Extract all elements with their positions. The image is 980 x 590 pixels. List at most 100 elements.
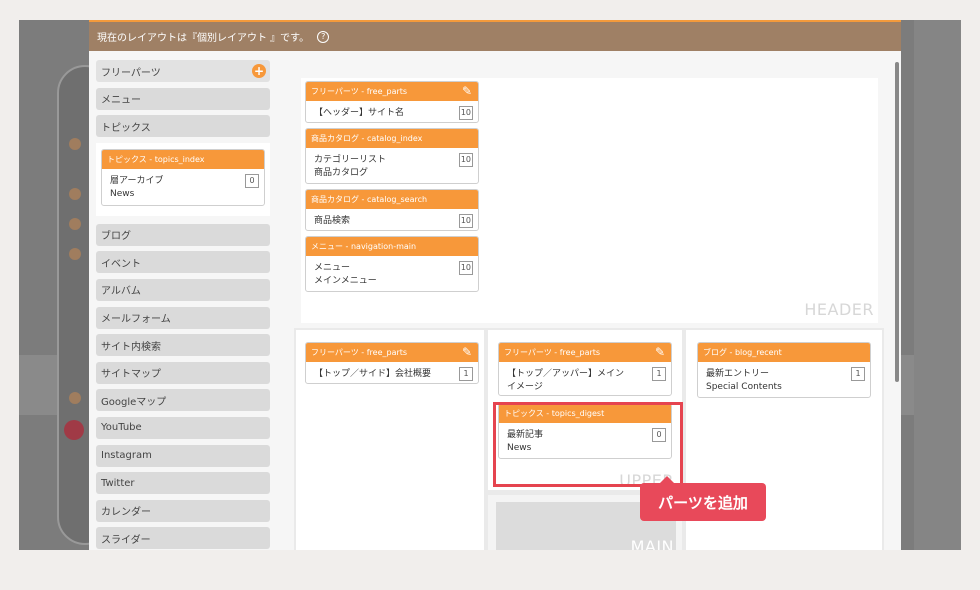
background-dot — [69, 392, 81, 404]
part-card[interactable]: トピックス - topics_index 層アーカイブ News 0 — [101, 148, 265, 206]
layout-modal: 現在のレイアウトは『個別レイアウト 』です。 ? フリーパーツ + メニュー ト… — [89, 20, 901, 550]
sidebar-item-free-parts[interactable]: フリーパーツ + — [96, 60, 270, 82]
sidebar-item-label: スライダー — [101, 534, 151, 546]
part-count-badge: 0 — [245, 173, 259, 188]
modal-title: 現在のレイアウトは『個別レイアウト 』です。 — [97, 33, 310, 44]
part-card-title: フリーパーツ - free_parts — [311, 87, 408, 96]
part-card-header[interactable]: フリーパーツ - free_parts ✎ — [499, 343, 671, 362]
sidebar-item-sitemap[interactable]: サイトマップ — [96, 361, 270, 384]
part-card-title: フリーパーツ - free_parts — [311, 348, 408, 357]
part-card-body: 商品検索 10 — [306, 209, 478, 228]
sidebar-item-label: アルバム — [101, 286, 141, 298]
part-card-header[interactable]: ブログ - blog_recent — [698, 343, 870, 362]
sidebar-item-label: イベント — [101, 258, 141, 270]
part-card-line: メニュー — [314, 263, 351, 273]
parts-sidebar: フリーパーツ + メニュー トピックス トピックス - topics_index… — [96, 60, 270, 550]
pencil-icon[interactable]: ✎ — [462, 345, 472, 359]
part-card-line: カテゴリーリスト — [314, 155, 387, 165]
background-dot — [69, 248, 81, 260]
part-card[interactable]: 商品カタログ - catalog_index カテゴリーリスト 商品カタログ 1… — [305, 128, 479, 184]
side-drop-area[interactable]: フリーパーツ - free_parts ✎ 【トップ／サイド】会社概要 1 — [296, 330, 484, 550]
pencil-icon[interactable]: ✎ — [655, 345, 665, 359]
part-card-line: 【トップ／アッパー】メイン — [507, 369, 625, 379]
sidebar-item-instagram[interactable]: Instagram — [96, 444, 270, 467]
part-card[interactable]: 商品カタログ - catalog_search 商品検索 10 — [305, 189, 479, 231]
part-card-header[interactable]: フリーパーツ - free_parts ✎ — [306, 82, 478, 101]
part-card[interactable]: フリーパーツ - free_parts ✎ 【トップ／アッパー】メイン イメージ … — [498, 342, 672, 396]
sidebar-expanded-panel: トピックス - topics_index 層アーカイブ News 0 — [96, 142, 270, 216]
sidebar-item-event[interactable]: イベント — [96, 251, 270, 274]
modal-scrollbar[interactable] — [895, 62, 899, 382]
part-card-line: 最新エントリー — [706, 369, 770, 379]
part-count-badge: 10 — [458, 214, 473, 228]
sidebar-item-topics[interactable]: トピックス — [96, 115, 270, 138]
sidebar-item-label: メニュー — [101, 95, 141, 107]
header-area-label: HEADER — [804, 300, 874, 319]
part-card-body: 【ヘッダー】サイト名 10 — [306, 101, 478, 120]
add-plus-icon[interactable]: + — [252, 64, 266, 78]
part-card-body: 層アーカイブ News 0 — [102, 169, 264, 205]
sidebar-item-label: Googleマップ — [101, 396, 167, 408]
part-count-badge: 10 — [458, 261, 473, 275]
part-count-badge: 1 — [851, 367, 865, 381]
part-card-line: Special Contents — [706, 382, 782, 392]
pencil-icon[interactable]: ✎ — [462, 84, 472, 98]
part-card-line: 商品カタログ — [314, 168, 369, 178]
add-parts-tooltip: パーツを追加 — [640, 476, 766, 521]
sidebar-item-label: サイト内検索 — [101, 341, 161, 353]
sidebar-item-menu[interactable]: メニュー — [96, 87, 270, 110]
sidebar-item-label: ブログ — [101, 231, 131, 243]
part-card[interactable]: ブログ - blog_recent 最新エントリー Special Conten… — [697, 342, 871, 398]
part-count-badge: 10 — [458, 153, 473, 167]
sidebar-item-blog[interactable]: ブログ — [96, 223, 270, 246]
sidebar-item-twitter[interactable]: Twitter — [96, 472, 270, 495]
part-card-line: 商品検索 — [314, 216, 351, 226]
background-dot — [69, 188, 81, 200]
main-area-label: MAIN — [630, 537, 674, 550]
part-card-header[interactable]: トピックス - topics_index — [102, 149, 264, 169]
sidebar-item-calendar[interactable]: カレンダー — [96, 499, 270, 522]
part-card-line: イメージ — [507, 382, 543, 392]
part-card-body: 最新エントリー Special Contents 1 — [698, 362, 870, 394]
part-card-body: 【トップ／アッパー】メイン イメージ 1 — [499, 362, 671, 394]
part-card-line: 層アーカイブ — [110, 175, 164, 186]
sidebar-item-youtube[interactable]: YouTube — [96, 416, 270, 439]
sidebar-item-label: YouTube — [101, 422, 142, 434]
part-card-title: フリーパーツ - free_parts — [504, 348, 601, 357]
sidebar-item-mailform[interactable]: メールフォーム — [96, 306, 270, 329]
part-card-header[interactable]: 商品カタログ - catalog_index — [306, 129, 478, 148]
sidebar-item-slider[interactable]: スライダー — [96, 527, 270, 550]
part-count-badge: 1 — [459, 367, 473, 381]
sidebar-item-label: Twitter — [101, 477, 135, 489]
sidebar-item-label: カレンダー — [101, 507, 151, 519]
part-card-body: 【トップ／サイド】会社概要 1 — [306, 362, 478, 381]
sidebar-item-site-search[interactable]: サイト内検索 — [96, 334, 270, 357]
header-drop-area[interactable]: フリーパーツ - free_parts ✎ 【ヘッダー】サイト名 10 商品カタロ… — [301, 78, 878, 323]
sidebar-item-album[interactable]: アルバム — [96, 278, 270, 301]
highlight-box — [493, 402, 683, 487]
part-card-line: 【ヘッダー】サイト名 — [314, 108, 405, 118]
sidebar-item-label: トピックス — [101, 122, 151, 134]
part-card-header[interactable]: 商品カタログ - catalog_search — [306, 190, 478, 209]
part-card-header[interactable]: メニュー - navigation-main — [306, 237, 478, 256]
part-card-line: メインメニュー — [314, 276, 377, 286]
background-red-dot — [64, 420, 84, 440]
sidebar-item-google-map[interactable]: Googleマップ — [96, 389, 270, 412]
background-dot — [69, 218, 81, 230]
part-card[interactable]: フリーパーツ - free_parts ✎ 【トップ／サイド】会社概要 1 — [305, 342, 479, 384]
sidebar-item-label: Instagram — [101, 450, 152, 462]
part-card-body: カテゴリーリスト 商品カタログ 10 — [306, 148, 478, 180]
part-card-header[interactable]: フリーパーツ - free_parts ✎ — [306, 343, 478, 362]
sidebar-item-label: メールフォーム — [101, 314, 171, 326]
modal-header: 現在のレイアウトは『個別レイアウト 』です。 ? — [89, 22, 901, 51]
part-card[interactable]: メニュー - navigation-main メニュー メインメニュー 10 — [305, 236, 479, 292]
part-card-line: News — [110, 188, 135, 199]
background-right-panel — [914, 20, 961, 550]
help-icon[interactable]: ? — [317, 30, 330, 43]
background-dot — [69, 138, 81, 150]
part-card-body: メニュー メインメニュー 10 — [306, 256, 478, 288]
part-count-badge: 10 — [458, 106, 473, 120]
part-card[interactable]: フリーパーツ - free_parts ✎ 【ヘッダー】サイト名 10 — [305, 81, 479, 123]
sidebar-item-label: フリーパーツ — [101, 67, 161, 79]
sidebar-item-label: サイトマップ — [101, 369, 161, 381]
